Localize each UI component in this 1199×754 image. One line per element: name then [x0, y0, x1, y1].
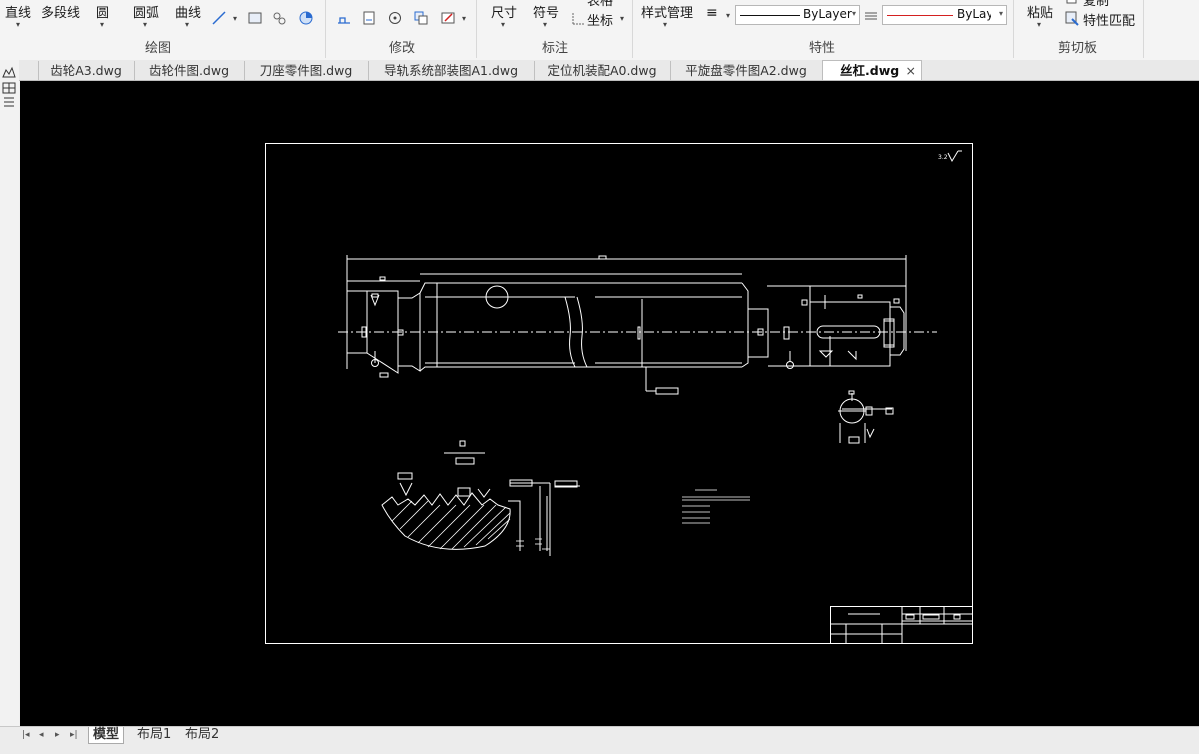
- chevron-down-icon: ▾: [998, 9, 1003, 18]
- table-tool[interactable]: 表格: [587, 0, 613, 9]
- line-tool[interactable]: 直线: [5, 2, 31, 21]
- color-select[interactable]: ByLayer ▾: [882, 5, 1007, 25]
- document-tab-bar: 齿轮A3.dwg 齿轮件图.dwg 刀座零件图.dwg 导轨系统部装图A1.dw…: [0, 60, 1199, 81]
- sheet-border: [265, 143, 973, 644]
- modify-group-label: 修改: [389, 41, 416, 56]
- layout-bar: |◂ ◂ ▸ ▸| 模型 布局1 布局2: [0, 726, 1199, 754]
- group-divider: [476, 0, 477, 58]
- properties-group-label: 特性: [809, 41, 836, 56]
- ribbon: 直线 ▾ 多段线 圆 ▾ 圆弧 ▾ 曲线 ▾ ▾ 绘图 ▾ 修改 尺寸 ▾ 符号…: [0, 0, 1199, 61]
- edit-icon[interactable]: [440, 10, 456, 26]
- color-value: ByLayer: [957, 7, 991, 21]
- linetype-preview: [740, 15, 800, 16]
- hatch-pattern-icon[interactable]: [863, 8, 879, 24]
- tab-facing-head[interactable]: 平旋盘零件图A2.dwg: [670, 61, 821, 80]
- tab-gear-part[interactable]: 齿轮件图.dwg: [134, 61, 243, 80]
- color-preview: [887, 15, 953, 16]
- close-icon[interactable]: ×: [906, 61, 916, 80]
- prev-icon[interactable]: ◂: [39, 730, 44, 740]
- match-properties-tool[interactable]: 特性匹配: [1083, 10, 1135, 29]
- group-divider: [632, 0, 633, 58]
- region-icon[interactable]: [298, 10, 314, 26]
- tab-lead-screw[interactable]: 丝杠.dwg ×: [822, 60, 922, 80]
- array-icon[interactable]: [413, 10, 429, 26]
- chevron-down-icon[interactable]: ▾: [1037, 20, 1041, 29]
- chevron-down-icon[interactable]: ▾: [100, 20, 104, 29]
- paste-tool[interactable]: 粘贴: [1027, 2, 1053, 21]
- linetype-select[interactable]: ByLayer ▾: [735, 5, 860, 25]
- chevron-down-icon[interactable]: ▾: [620, 14, 624, 23]
- tech-requirements: [682, 489, 750, 524]
- rectangle-icon[interactable]: [247, 10, 263, 26]
- svg-text:3.2: 3.2: [938, 154, 948, 161]
- tab-guide-rail[interactable]: 导轨系统部装图A1.dwg: [368, 61, 533, 80]
- rotate-icon[interactable]: [387, 10, 403, 26]
- next-icon[interactable]: ▸: [55, 730, 60, 740]
- chevron-down-icon[interactable]: ▾: [543, 20, 547, 29]
- group-divider: [1013, 0, 1014, 58]
- coordinate-tool[interactable]: 坐标: [587, 10, 613, 29]
- clipboard-group-label: 剪切板: [1058, 41, 1098, 56]
- left-palette: [0, 60, 19, 728]
- first-icon[interactable]: |◂: [22, 730, 30, 740]
- drawing-canvas[interactable]: 3.2: [20, 81, 1199, 726]
- copy-object-icon[interactable]: [361, 10, 377, 26]
- curve-tool[interactable]: 曲线: [175, 2, 201, 21]
- dimension-tool[interactable]: 尺寸: [491, 2, 517, 21]
- drawing-view: 3.2: [265, 143, 973, 644]
- group-divider: [1143, 0, 1144, 58]
- copy-icon: [1066, 0, 1077, 4]
- palette-property-icon[interactable]: [2, 96, 16, 108]
- tab-tool-holder[interactable]: 刀座零件图.dwg: [244, 61, 367, 80]
- hatch-icon[interactable]: [272, 10, 288, 26]
- draw-group-label: 绘图: [145, 41, 172, 56]
- chevron-down-icon: ▾: [851, 9, 856, 18]
- chevron-down-icon[interactable]: ▾: [462, 14, 466, 23]
- tab-label: 丝杠.dwg: [840, 63, 900, 78]
- chevron-down-icon[interactable]: ▾: [185, 20, 189, 29]
- polyline-tool[interactable]: 多段线: [41, 2, 80, 21]
- style-manager-tool[interactable]: 样式管理: [641, 2, 693, 21]
- chevron-down-icon[interactable]: ▾: [663, 20, 667, 29]
- stretch-icon[interactable]: [336, 10, 352, 26]
- tab-layout2[interactable]: 布局2: [181, 727, 223, 743]
- tab-positioner[interactable]: 定位机装配A0.dwg: [534, 61, 669, 80]
- linetype-value: ByLayer: [803, 7, 852, 21]
- roughness-symbol: [947, 150, 959, 163]
- last-icon[interactable]: ▸|: [70, 730, 78, 740]
- match-properties-icon: [1065, 11, 1079, 26]
- annotate-group-label: 标注: [542, 41, 569, 56]
- chevron-down-icon[interactable]: ▾: [501, 20, 505, 29]
- symbol-tool[interactable]: 符号: [533, 2, 559, 21]
- ray-icon[interactable]: [211, 10, 227, 26]
- tab-model[interactable]: 模型: [88, 727, 125, 744]
- chevron-down-icon[interactable]: ▾: [16, 20, 20, 29]
- chevron-down-icon[interactable]: ▾: [233, 14, 237, 23]
- palette-tool-icon[interactable]: [2, 66, 16, 78]
- lineweight-icon[interactable]: ≡: [706, 5, 718, 21]
- tab-gear-a3[interactable]: 齿轮A3.dwg: [38, 61, 133, 80]
- arc-tool[interactable]: 圆弧: [133, 2, 159, 21]
- chevron-down-icon[interactable]: ▾: [143, 20, 147, 29]
- group-divider: [325, 0, 326, 58]
- copy-tool[interactable]: 复制: [1083, 0, 1109, 9]
- chevron-down-icon[interactable]: ▾: [726, 11, 730, 20]
- palette-grid-icon[interactable]: [2, 82, 16, 94]
- coordinate-icon: [572, 13, 584, 25]
- tab-layout1[interactable]: 布局1: [133, 727, 175, 743]
- circle-tool[interactable]: 圆: [96, 2, 109, 21]
